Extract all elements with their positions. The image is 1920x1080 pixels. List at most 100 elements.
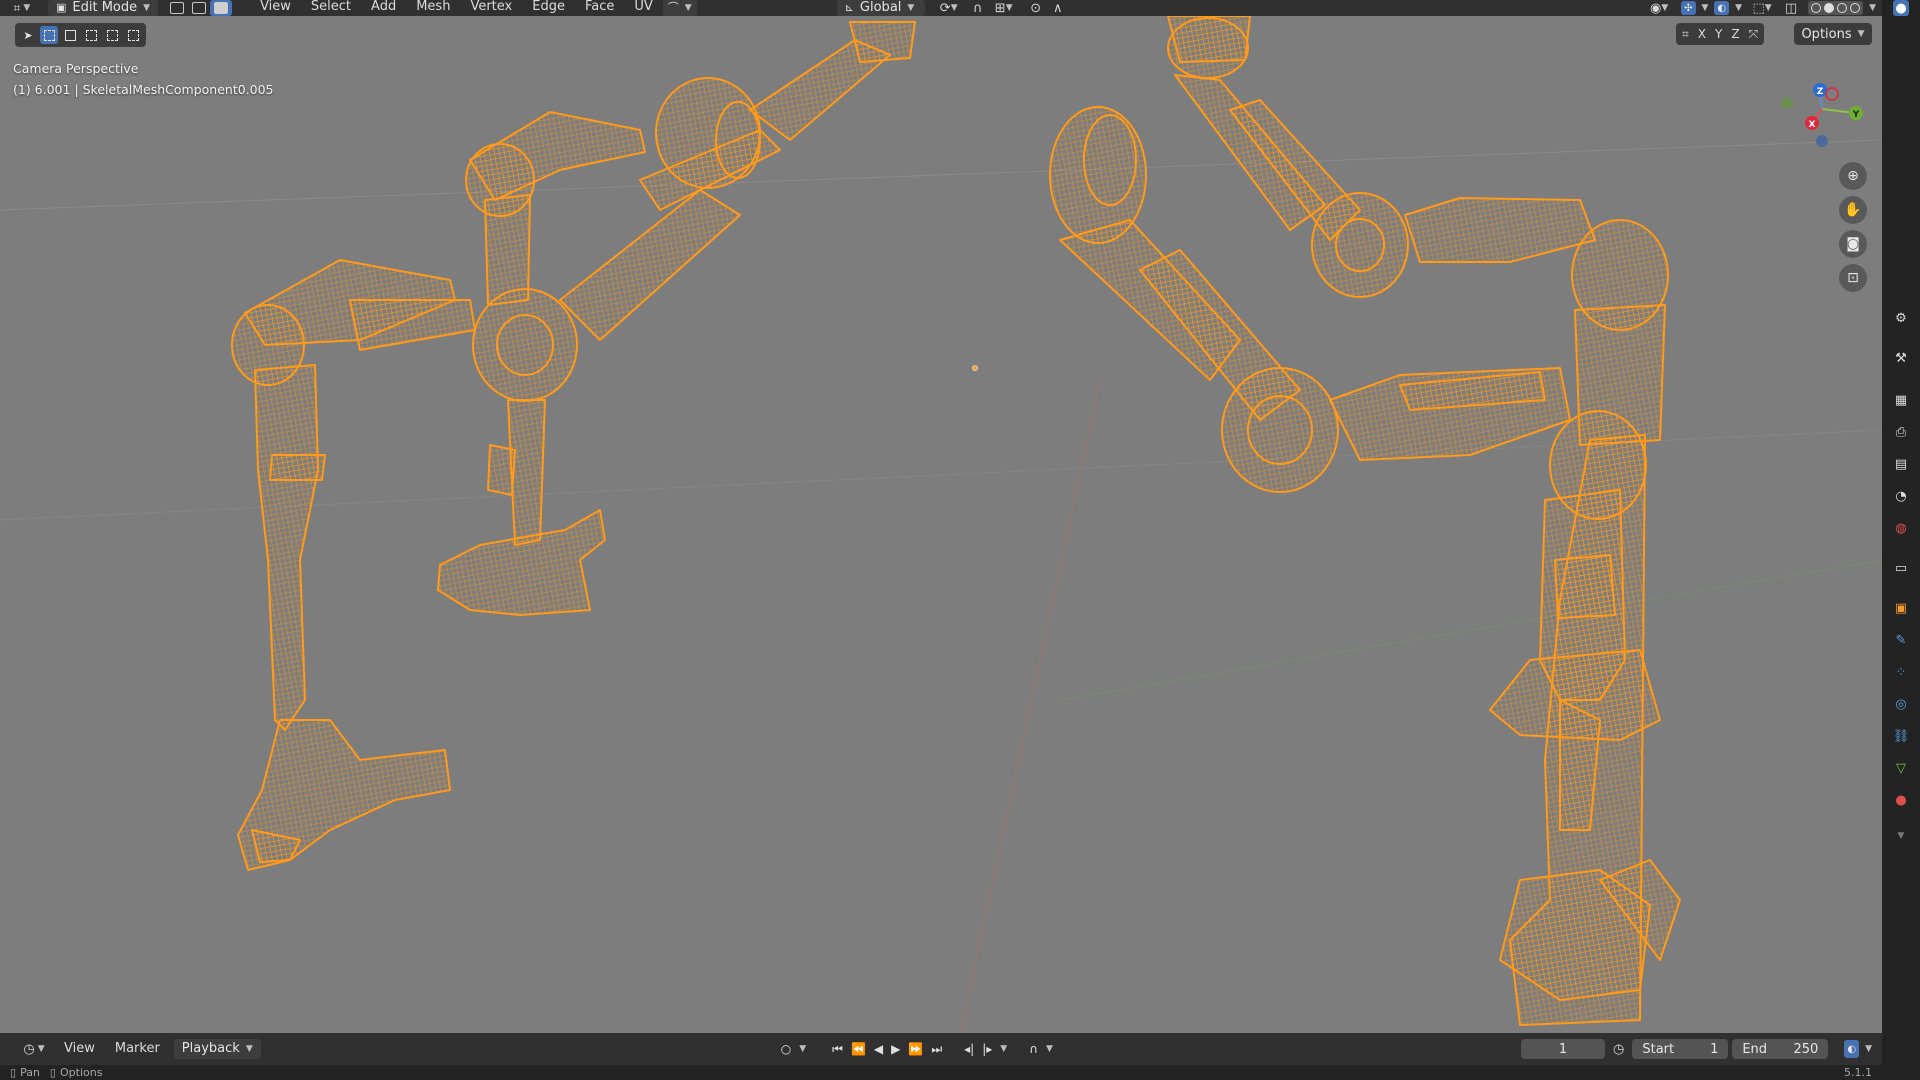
render-icon[interactable]: ▦ bbox=[1893, 392, 1909, 408]
physics-icon[interactable]: ◎ bbox=[1893, 696, 1909, 712]
play-reverse-icon[interactable]: ◀ bbox=[874, 1042, 883, 1056]
menu-edge[interactable]: Edge bbox=[522, 0, 575, 16]
menu-uv[interactable]: UV bbox=[624, 0, 662, 16]
menu-face[interactable]: Face bbox=[575, 0, 624, 16]
select-box-button[interactable] bbox=[40, 26, 58, 44]
snap-target-button[interactable]: ⊞ ▼ bbox=[989, 0, 1019, 16]
record-icon[interactable]: ○ bbox=[781, 1042, 791, 1056]
mirror-z-toggle[interactable]: Z bbox=[1731, 27, 1739, 41]
constraints-icon[interactable]: ⛓ bbox=[1893, 728, 1910, 744]
auto-key-icon[interactable]: ∩ bbox=[1029, 1042, 1038, 1056]
mirror-y-toggle[interactable]: Y bbox=[1715, 27, 1722, 41]
tool-icon[interactable]: ⚙ bbox=[1893, 310, 1909, 326]
shading-material-icon[interactable] bbox=[1837, 3, 1848, 13]
object-icon[interactable]: ▣ bbox=[1893, 600, 1909, 616]
timeline-menu-view[interactable]: View bbox=[54, 1039, 105, 1059]
overlay-toggle[interactable]: ◐ bbox=[1714, 1, 1730, 15]
timeline-editor-type-button[interactable]: ◷ ▼ bbox=[14, 1039, 54, 1059]
uv-tools-dropdown[interactable]: ⌒ ▼ bbox=[662, 0, 697, 16]
chevron-down-icon: ▼ bbox=[245, 1044, 253, 1054]
keyframe-chevron-icon[interactable]: ▼ bbox=[1000, 1044, 1007, 1054]
prev-keyframe-icon[interactable]: ◂| bbox=[964, 1042, 974, 1056]
world-icon[interactable]: ◍ bbox=[1893, 520, 1909, 536]
auto-merge-icon[interactable]: ⤧ bbox=[1749, 27, 1759, 42]
gizmo-neg-y-handle[interactable] bbox=[1781, 97, 1793, 109]
blender-logo-icon: ● bbox=[1893, 0, 1909, 16]
gizmo-neg-z-handle[interactable] bbox=[1816, 135, 1828, 147]
menu-view[interactable]: View bbox=[250, 0, 301, 16]
menu-mesh[interactable]: Mesh bbox=[406, 0, 460, 16]
xray-toggle[interactable]: ◫ bbox=[1780, 0, 1802, 16]
camera-view-button[interactable]: ◙ bbox=[1839, 230, 1867, 258]
proportional-toggle[interactable]: ⊙ bbox=[1025, 0, 1047, 16]
robot-arm-left-upper[interactable] bbox=[437, 21, 916, 616]
jump-keyframe-back-icon[interactable]: ⏪ bbox=[851, 1042, 866, 1056]
start-frame-field[interactable]: Start 1 bbox=[1632, 1039, 1729, 1059]
view-name-label: Camera Perspective bbox=[13, 61, 139, 76]
3d-cursor-icon[interactable] bbox=[972, 365, 978, 371]
mirror-x-toggle[interactable]: X bbox=[1698, 27, 1706, 41]
timeline-overlay-toggle[interactable]: ◐ bbox=[1844, 1040, 1860, 1058]
select-intersect-button[interactable] bbox=[124, 26, 142, 44]
record-chevron-icon[interactable]: ▼ bbox=[799, 1044, 806, 1054]
robot-arm-right[interactable] bbox=[1167, 16, 1681, 1026]
edge-select-button[interactable] bbox=[188, 0, 210, 16]
gizmo-chevron-icon[interactable]: ▼ bbox=[1702, 3, 1709, 13]
timeline-overlay-chevron-icon[interactable]: ▼ bbox=[1865, 1044, 1872, 1054]
current-frame-field[interactable]: 1 bbox=[1521, 1039, 1605, 1059]
snap-toggle[interactable]: ∩ bbox=[967, 0, 989, 16]
play-icon[interactable]: ▶ bbox=[891, 1042, 900, 1056]
robot-arm-left[interactable] bbox=[231, 259, 476, 871]
stopwatch-icon[interactable]: ◷ bbox=[1613, 1042, 1624, 1057]
modifier-icon[interactable]: ✎ bbox=[1893, 632, 1909, 648]
pan-button[interactable]: ✋ bbox=[1839, 196, 1867, 224]
timeline-menu-marker[interactable]: Marker bbox=[105, 1039, 170, 1059]
view-layer-icon[interactable]: ▤ bbox=[1893, 456, 1909, 472]
data-icon[interactable]: ▽ bbox=[1893, 760, 1909, 776]
select-invert-button[interactable] bbox=[103, 26, 121, 44]
shading-solid-icon[interactable] bbox=[1824, 3, 1835, 13]
gizmo-neg-x-handle[interactable] bbox=[1825, 87, 1839, 101]
navigation-gizmo[interactable]: Z Y X bbox=[1781, 83, 1863, 147]
select-extend-button[interactable] bbox=[61, 26, 79, 44]
gizmo-visibility-button[interactable]: ◉ ▼ bbox=[1641, 0, 1677, 16]
overlay-chevron-icon[interactable]: ▼ bbox=[1735, 3, 1742, 13]
mode-dropdown[interactable]: ▣ Edit Mode ▼ bbox=[48, 0, 159, 16]
playback-dropdown[interactable]: Playback ▼ bbox=[173, 1039, 261, 1059]
scene-icon[interactable]: ◔ bbox=[1893, 488, 1909, 504]
chevron-down-icon[interactable]: ▼ bbox=[1893, 828, 1909, 844]
zoom-button[interactable]: ⊕ bbox=[1839, 162, 1867, 190]
next-keyframe-icon[interactable]: |▸ bbox=[982, 1042, 992, 1056]
falloff-button[interactable]: ∧ bbox=[1047, 0, 1069, 16]
shading-rendered-icon[interactable] bbox=[1850, 3, 1861, 13]
3d-viewport[interactable]: Z Y X ➤ Camera Perspective (1) 6.001 | S… bbox=[0, 16, 1882, 1033]
options-dropdown[interactable]: Options ▼ bbox=[1794, 23, 1872, 45]
collection-icon[interactable]: ▭ bbox=[1893, 560, 1909, 576]
jump-keyframe-forward-icon[interactable]: ⏩ bbox=[908, 1042, 923, 1056]
vertex-select-button[interactable] bbox=[166, 0, 188, 16]
face-select-button[interactable] bbox=[210, 0, 233, 16]
scene-canvas[interactable]: Z Y X bbox=[0, 16, 1882, 1033]
particles-icon[interactable]: ⁘ bbox=[1893, 664, 1909, 680]
select-extend-icon bbox=[64, 29, 76, 41]
mesh-overlay-button[interactable]: ⬚ ▼ bbox=[1748, 0, 1776, 16]
editor-type-button[interactable]: ⌗ ▼ bbox=[0, 0, 44, 16]
tools-icon[interactable]: ⚒ bbox=[1893, 350, 1909, 366]
shading-chevron-icon[interactable]: ▼ bbox=[1869, 3, 1876, 13]
auto-key-chevron-icon[interactable]: ▼ bbox=[1046, 1044, 1053, 1054]
end-frame-field[interactable]: End 250 bbox=[1732, 1039, 1829, 1059]
material-icon[interactable]: ● bbox=[1893, 792, 1909, 808]
gizmo-toggle[interactable]: ✣ bbox=[1681, 1, 1696, 15]
transform-orientation-dropdown[interactable]: ⊾ Global ▼ bbox=[836, 0, 925, 16]
jump-start-icon[interactable]: ⏮ bbox=[832, 1042, 843, 1057]
lock-camera-button[interactable]: ⊡ bbox=[1839, 264, 1867, 292]
tweak-tool-button[interactable]: ➤ bbox=[19, 26, 37, 44]
menu-add[interactable]: Add bbox=[361, 0, 406, 16]
menu-select[interactable]: Select bbox=[301, 0, 361, 16]
output-icon[interactable]: ⎙ bbox=[1893, 424, 1909, 440]
jump-end-icon[interactable]: ⏭ bbox=[931, 1042, 942, 1057]
menu-vertex[interactable]: Vertex bbox=[460, 0, 522, 16]
pivot-point-button[interactable]: ⟳ ▼ bbox=[931, 0, 967, 16]
select-subtract-button[interactable] bbox=[82, 26, 100, 44]
shading-wireframe-icon[interactable] bbox=[1811, 3, 1822, 13]
